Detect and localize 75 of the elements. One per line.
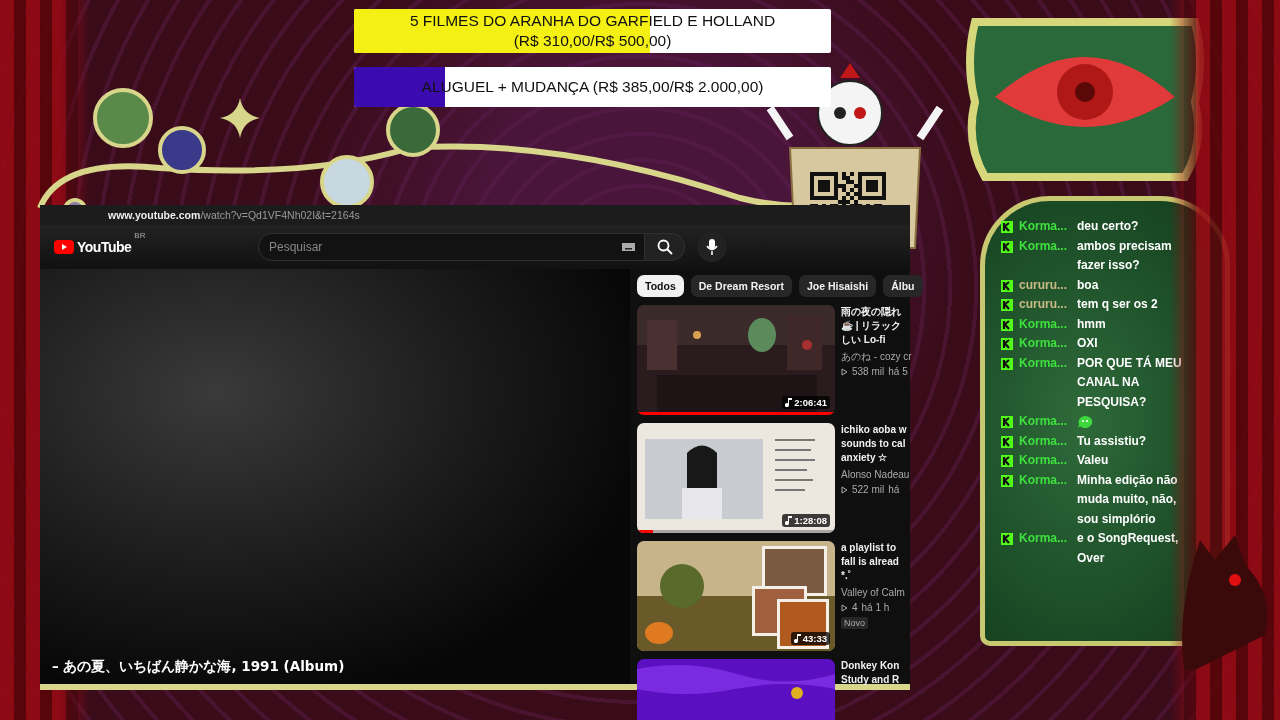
- emote-icon: [1077, 415, 1093, 429]
- badge-icon: [1001, 338, 1013, 350]
- play-logo-icon: [54, 240, 74, 254]
- chat-message: hmm: [1077, 315, 1107, 333]
- search-field[interactable]: Pesquisar: [258, 233, 645, 261]
- logo-text[interactable]: YouTube: [77, 239, 132, 255]
- chat-message: OXI: [1077, 335, 1099, 352]
- badge-icon: [1001, 240, 1013, 253]
- sparkle-icon: [220, 98, 260, 138]
- keyboard-icon[interactable]: [622, 243, 635, 251]
- play-icon: [841, 367, 848, 376]
- badge-icon: [1001, 533, 1013, 545]
- chat-username[interactable]: cururu...: [1019, 295, 1075, 315]
- badge-icon: [1001, 221, 1013, 233]
- badge-icon: [1001, 416, 1013, 428]
- channel-name: あのね - cozy cr: [841, 350, 912, 364]
- chat-username[interactable]: cururu...: [1019, 275, 1075, 295]
- view-count: 522 mil: [852, 483, 885, 497]
- chat-username[interactable]: Korma...: [1019, 217, 1075, 237]
- play-icon: [841, 485, 848, 494]
- video-title[interactable]: 雨の夜の隠れ ☕ | リラック しい Lo-fi: [841, 305, 912, 347]
- new-badge: Novo: [841, 617, 868, 629]
- badge-icon: [1001, 279, 1013, 292]
- filter-chip[interactable]: De Dream Resort: [690, 275, 792, 297]
- chat-username[interactable]: Korma...: [1019, 529, 1075, 568]
- badge-icon: [1001, 435, 1013, 448]
- mic-button[interactable]: [697, 232, 727, 262]
- region-label: BR: [134, 231, 146, 240]
- duration-label: 2:06:41: [782, 396, 830, 409]
- view-count: 538 mil: [852, 365, 885, 379]
- chat-message: ambos precisam fazer isso?: [1077, 237, 1173, 274]
- view-count: 4: [852, 601, 858, 615]
- channel-name: Alonso Nadeau: [841, 468, 910, 482]
- search-icon: [656, 239, 673, 255]
- chat-username[interactable]: Korma...: [1019, 451, 1075, 471]
- video-title[interactable]: ichiko aoba w sounds to cal anxiety ☆: [841, 423, 910, 465]
- chat-username[interactable]: Korma...: [1019, 314, 1075, 334]
- video-title[interactable]: a playlist to fall is alread *.˚: [841, 541, 905, 583]
- channel-name: Valley of Calm: [841, 586, 905, 600]
- chat-username[interactable]: Korma...: [1019, 431, 1075, 451]
- chat-username[interactable]: Korma...: [1019, 236, 1075, 276]
- microphone-icon: [706, 239, 718, 255]
- chat-username[interactable]: Korma...: [1019, 412, 1075, 432]
- video-caption: – あの夏、いちばん静かな海, 1991 (Album): [52, 658, 346, 676]
- badge-icon: [1001, 474, 1013, 487]
- upload-age: há: [888, 483, 900, 497]
- badge-icon: [1001, 357, 1013, 370]
- badge-icon: [1001, 299, 1013, 311]
- filter-chip[interactable]: Joe Hisaishi: [798, 275, 877, 297]
- duration-label: 1:28:08: [782, 514, 830, 527]
- video-player[interactable]: – あの夏、いちばん静かな海, 1991 (Album): [40, 269, 630, 684]
- chat-message: tem q ser os 2: [1077, 296, 1159, 313]
- chat-username[interactable]: Korma...: [1019, 470, 1075, 529]
- music-note-icon: [785, 398, 793, 407]
- upload-age: há 1 h: [861, 601, 890, 615]
- duration-label: 43:33: [790, 632, 830, 645]
- badge-icon: [1001, 318, 1013, 331]
- chat-message: Valeu: [1077, 452, 1110, 469]
- chat-message: POR QUE TÁ MEU CANAL NA PESQUISA?: [1077, 354, 1183, 411]
- chat-message: e o SongRequest, Over: [1077, 530, 1180, 567]
- url-text[interactable]: www.youtube.com/watch?v=Qd1VF4Nh02I&t=2164s: [108, 209, 360, 221]
- chat-message: deu certo?: [1077, 218, 1140, 235]
- chat-message: boa: [1077, 276, 1100, 294]
- search-button[interactable]: [645, 233, 685, 261]
- chat-message: Tu assistiu?: [1077, 432, 1148, 450]
- video-title[interactable]: Donkey Kon Study and R: [841, 659, 900, 687]
- play-icon: [841, 603, 848, 612]
- chat-username[interactable]: Korma...: [1019, 353, 1075, 412]
- chat-username[interactable]: Korma...: [1019, 334, 1075, 354]
- upload-age: há 5: [888, 365, 908, 379]
- filter-chip[interactable]: Todos: [637, 275, 684, 297]
- filter-chip[interactable]: Álbu: [883, 275, 923, 297]
- music-note-icon: [793, 634, 801, 643]
- music-note-icon: [785, 516, 793, 525]
- badge-icon: [1001, 455, 1013, 467]
